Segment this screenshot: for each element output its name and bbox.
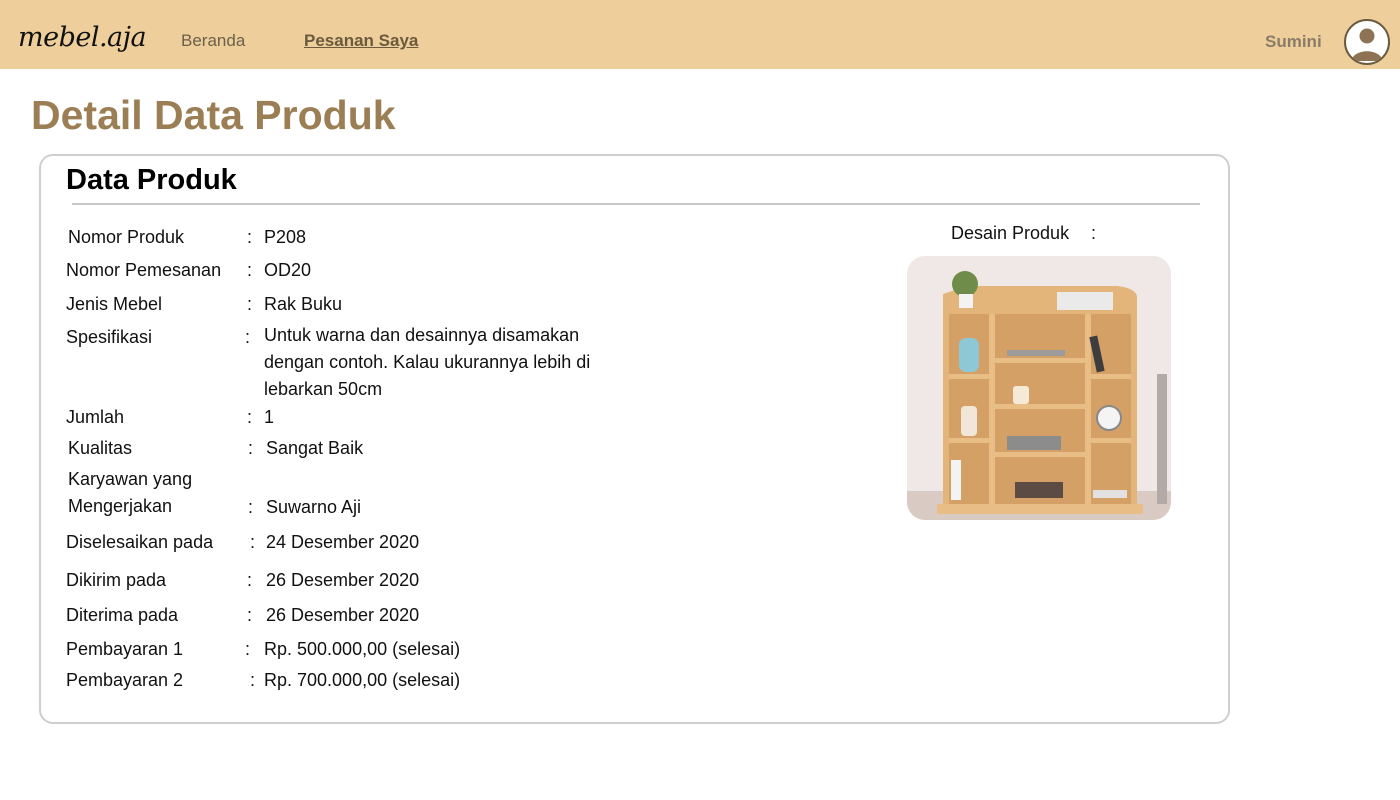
field-label-pembayaran-2: Pembayaran 2 <box>66 670 184 690</box>
field-colon: : <box>248 438 254 458</box>
field-label-dikirim: Dikirim pada <box>66 570 167 590</box>
field-value-diselesaikan: 24 Desember 2020 <box>266 532 420 552</box>
nav-link-pesanan-saya[interactable]: Pesanan Saya <box>304 31 418 51</box>
field-label-nomor-pemesanan: Nomor Pemesanan <box>66 260 222 280</box>
field-label-jenis-mebel: Jenis Mebel <box>66 294 163 314</box>
page-title: Detail Data Produk <box>31 92 396 138</box>
field-label-jumlah: Jumlah <box>66 407 125 427</box>
field-label-diterima: Diterima pada <box>66 605 179 625</box>
user-avatar-icon[interactable] <box>1344 19 1390 65</box>
field-label-nomor-produk: Nomor Produk <box>68 227 185 247</box>
field-value-nomor-produk: P208 <box>264 227 307 247</box>
field-colon: : <box>247 294 253 314</box>
field-value-spesifikasi: Untuk warna dan desainnya disamakan deng… <box>264 325 591 399</box>
field-label-diselesaikan: Diselesaikan pada <box>66 532 214 552</box>
field-colon: : <box>247 227 253 247</box>
design-label: Desain Produk <box>951 223 1070 243</box>
field-label-pembayaran-1: Pembayaran 1 <box>66 639 184 659</box>
field-label-spesifikasi: Spesifikasi <box>66 327 153 347</box>
field-label-kualitas: Kualitas <box>68 438 133 458</box>
field-colon: : <box>245 327 251 347</box>
field-colon: : <box>247 407 253 427</box>
product-design-image <box>907 256 1171 520</box>
field-value-dikirim: 26 Desember 2020 <box>266 570 420 590</box>
field-colon: : <box>247 570 253 590</box>
brand-logo[interactable]: mebel.aja <box>18 22 147 53</box>
field-colon: : <box>250 532 256 552</box>
field-value-pembayaran-1: Rp. 500.000,00 (selesai) <box>264 639 461 659</box>
field-colon: : <box>245 639 251 659</box>
field-value-karyawan: Suwarno Aji <box>266 497 362 517</box>
card-title: Data Produk <box>66 164 237 196</box>
field-value-kualitas: Sangat Baik <box>266 438 364 458</box>
nav-link-beranda[interactable]: Beranda <box>181 31 245 51</box>
card-divider <box>72 203 1200 205</box>
user-name: Sumini <box>1265 32 1322 51</box>
field-value-jumlah: 1 <box>264 407 275 427</box>
field-colon: : <box>247 605 253 625</box>
field-colon: : <box>248 497 254 517</box>
top-navbar: mebel.aja Beranda Pesanan Saya Sumini <box>0 0 1400 69</box>
user-silhouette-icon <box>1351 28 1383 61</box>
bookshelf-photo <box>907 256 1171 520</box>
field-value-nomor-pemesanan: OD20 <box>264 260 312 280</box>
field-value-jenis-mebel: Rak Buku <box>264 294 343 314</box>
field-value-pembayaran-2: Rp. 700.000,00 (selesai) <box>264 670 461 690</box>
field-colon: : <box>250 670 256 690</box>
field-value-diterima: 26 Desember 2020 <box>266 605 420 625</box>
field-colon: : <box>247 260 253 280</box>
field-colon: : <box>1091 223 1097 243</box>
field-label-karyawan: Karyawan yang Mengerjakan <box>68 469 193 516</box>
